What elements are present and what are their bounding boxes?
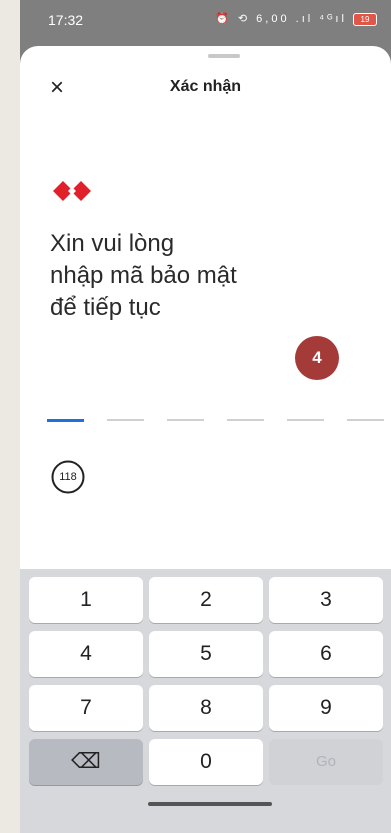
- key-2[interactable]: 2: [149, 577, 263, 623]
- pin-slot-2[interactable]: [107, 419, 144, 421]
- go-key[interactable]: Go: [269, 739, 383, 785]
- countdown-timer: 118: [50, 459, 86, 495]
- status-time: 17:32: [48, 12, 84, 28]
- key-0[interactable]: 0: [149, 739, 263, 785]
- battery-icon: 19: [353, 12, 377, 26]
- security-code-prompt: Xin vui lòng nhập mã bảo mật để tiếp tục: [50, 228, 330, 324]
- pin-slot-1[interactable]: [47, 419, 84, 422]
- pin-slot-5[interactable]: [287, 419, 324, 421]
- key-6[interactable]: 6: [269, 631, 383, 677]
- pin-slot-6[interactable]: [347, 419, 384, 421]
- bank-logo-icon: [53, 180, 91, 207]
- key-3[interactable]: 3: [269, 577, 383, 623]
- pin-slot-4[interactable]: [227, 419, 264, 421]
- key-7[interactable]: 7: [29, 685, 143, 731]
- backspace-key[interactable]: ⌫: [29, 739, 143, 785]
- phone-screen: 17:32 ⏰ ⟲ 6,00 .ıl ⁴ᴳıl 19 × Xác nhận Xi…: [20, 0, 391, 833]
- key-9[interactable]: 9: [269, 685, 383, 731]
- prompt-line-1: Xin vui lòng: [50, 230, 175, 257]
- key-8[interactable]: 8: [149, 685, 263, 731]
- page-title: Xác nhận: [169, 78, 242, 95]
- sheet-grabber[interactable]: [208, 54, 240, 58]
- status-indicators: ⏰ ⟲ 6,00 .ıl ⁴ᴳıl: [215, 13, 347, 25]
- prompt-line-2: nhập mã bảo mật: [50, 262, 237, 289]
- prompt-line-3: để tiếp tục: [50, 294, 161, 321]
- backspace-icon: ⌫: [71, 750, 101, 773]
- numeric-keypad: 1 2 3 4 5 6 7 8 9 ⌫ 0 Go: [20, 569, 391, 833]
- status-bar: 17:32 ⏰ ⟲ 6,00 .ıl ⁴ᴳıl 19: [20, 0, 391, 40]
- timer-seconds: 118: [59, 471, 77, 483]
- key-1[interactable]: 1: [29, 577, 143, 623]
- step-badge: 4: [295, 336, 339, 380]
- home-indicator[interactable]: [148, 802, 272, 806]
- pin-slot-3[interactable]: [167, 419, 204, 421]
- status-icons: ⏰ ⟲ 6,00 .ıl ⁴ᴳıl 19: [215, 12, 377, 26]
- key-5[interactable]: 5: [149, 631, 263, 677]
- key-4[interactable]: 4: [29, 631, 143, 677]
- verification-sheet: × Xác nhận Xin vui lòng nhập mã bảo mật …: [20, 46, 391, 833]
